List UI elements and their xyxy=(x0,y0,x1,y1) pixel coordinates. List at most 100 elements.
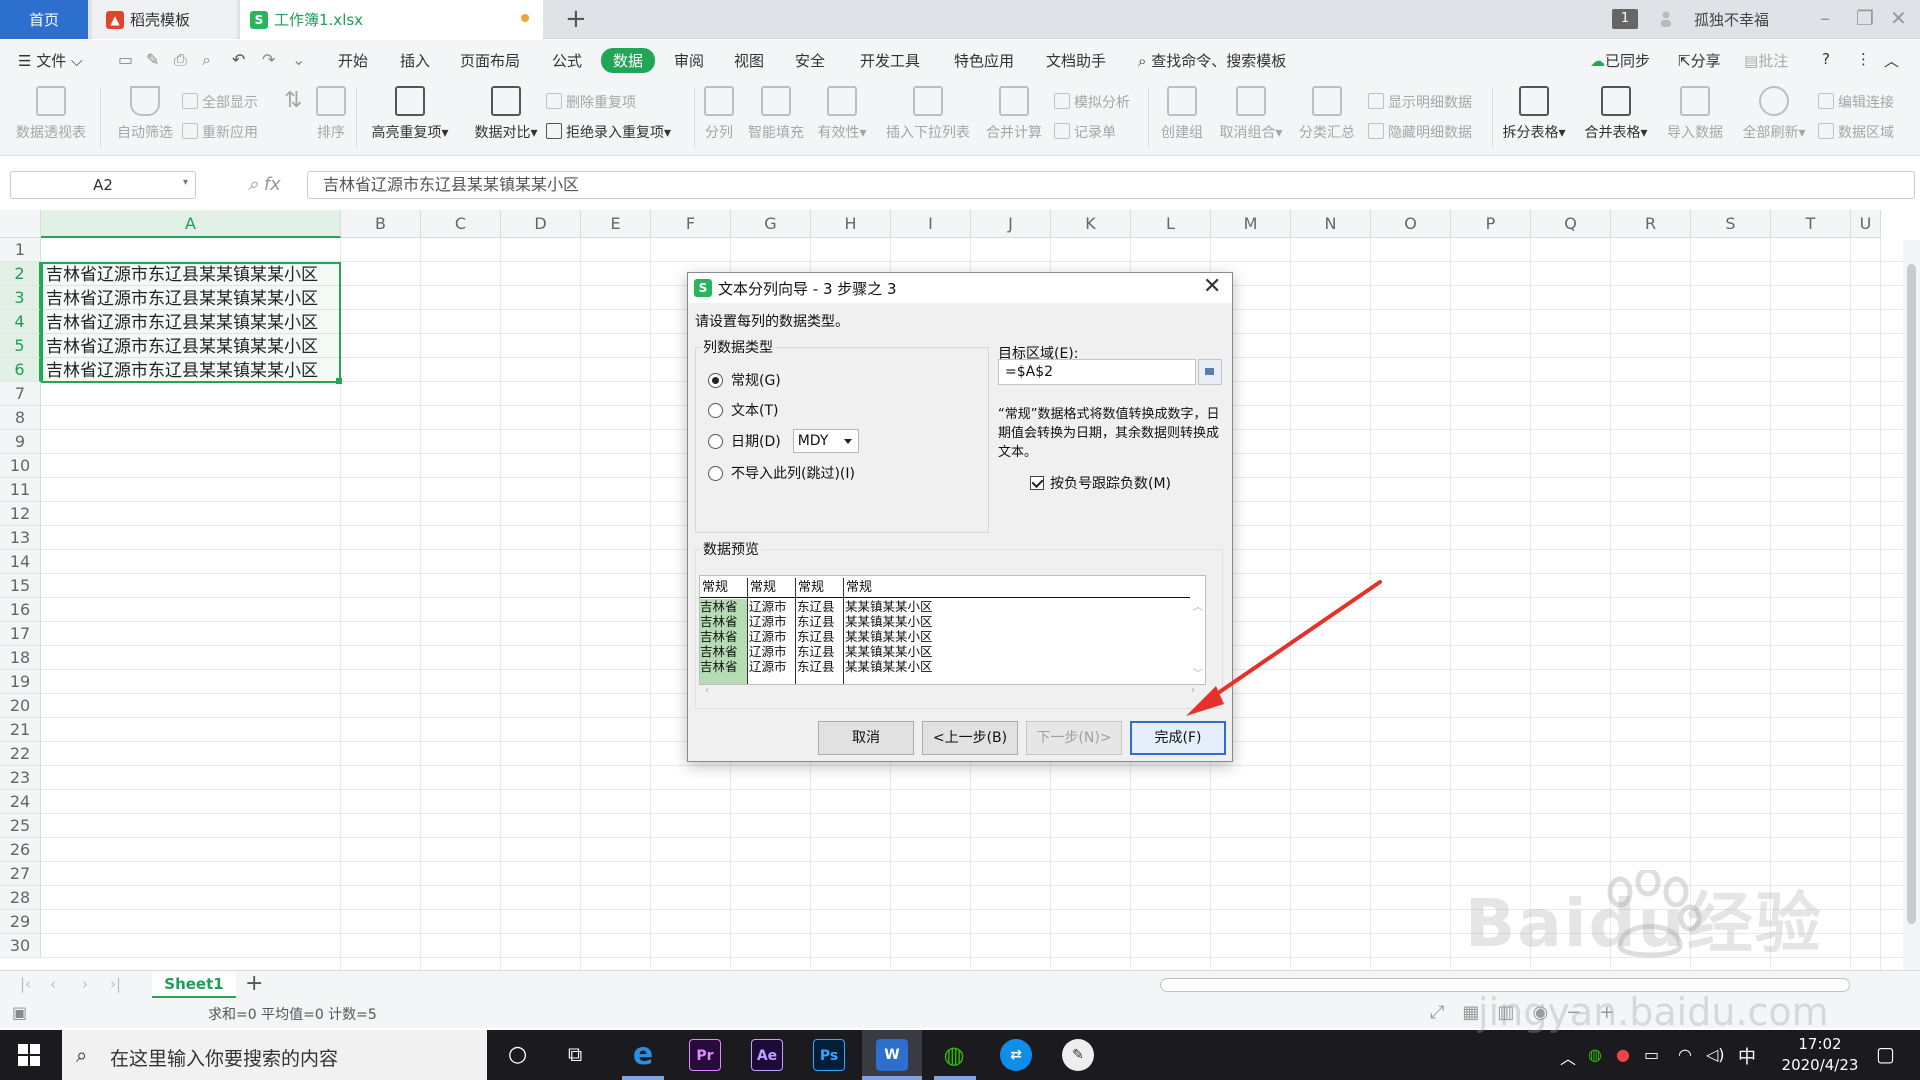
macro-record-icon[interactable]: ▣ xyxy=(12,1003,27,1022)
column-header-i[interactable]: I xyxy=(891,210,971,238)
cortana-icon[interactable]: ○ xyxy=(508,1042,527,1067)
photoshop-icon[interactable]: Ps xyxy=(813,1039,845,1071)
radio-date-dot[interactable] xyxy=(708,433,723,449)
back-button[interactable]: <上一步(B) xyxy=(922,721,1018,755)
row-header-7[interactable]: 7 xyxy=(0,382,41,406)
row-header-26[interactable]: 26 xyxy=(0,838,41,862)
menu-developer[interactable]: 开发工具 xyxy=(860,50,920,71)
row-header-2[interactable]: 2 xyxy=(0,262,41,286)
print-icon[interactable]: ⎙ xyxy=(174,50,187,70)
row-header-4[interactable]: 4 xyxy=(0,310,41,334)
notification-icon[interactable]: ▢ xyxy=(1876,1042,1895,1066)
row-header-10[interactable]: 10 xyxy=(0,454,41,478)
row-header-14[interactable]: 14 xyxy=(0,550,41,574)
edit-links-button[interactable]: 编辑连接 xyxy=(1818,92,1894,112)
pivot-table-button[interactable]: 数据透视表 xyxy=(6,86,96,142)
hide-detail-button[interactable]: 隐藏明细数据 xyxy=(1368,122,1472,142)
menu-special[interactable]: 特色应用 xyxy=(954,50,1014,71)
redo-icon[interactable]: ↷ xyxy=(262,50,275,69)
data-compare-button[interactable]: 数据对比▾ xyxy=(460,86,552,142)
row-header-19[interactable]: 19 xyxy=(0,670,41,694)
premiere-icon[interactable]: Pr xyxy=(689,1039,721,1071)
file-menu[interactable]: ☰ 文件 ⌵ xyxy=(18,50,82,71)
record-form-button[interactable]: 记录单 xyxy=(1054,122,1116,142)
preview-header-4[interactable]: 常规 xyxy=(844,578,1190,598)
feather-app-icon[interactable]: ✎ xyxy=(1062,1039,1094,1071)
merge-table-button[interactable]: 合并表格▾ xyxy=(1576,86,1656,142)
row-header-11[interactable]: 11 xyxy=(0,478,41,502)
column-header-r[interactable]: R xyxy=(1611,210,1691,238)
scroll-left-icon[interactable]: ‹ xyxy=(705,685,709,696)
menu-view[interactable]: 视图 xyxy=(734,50,764,71)
after-effects-icon[interactable]: Ae xyxy=(751,1039,783,1071)
radio-text[interactable]: 文本(T) xyxy=(708,399,778,421)
row-header-17[interactable]: 17 xyxy=(0,622,41,646)
save-icon[interactable]: ▭ xyxy=(118,50,133,69)
more-icon[interactable]: ⋮ xyxy=(1856,50,1871,68)
select-all-corner[interactable] xyxy=(0,210,41,238)
what-if-button[interactable]: 模拟分析 xyxy=(1054,92,1130,112)
row-header-15[interactable]: 15 xyxy=(0,574,41,598)
column-header-e[interactable]: E xyxy=(581,210,651,238)
row-header-20[interactable]: 20 xyxy=(0,694,41,718)
restore-icon[interactable]: ❐ xyxy=(1856,6,1874,30)
column-header-u[interactable]: U xyxy=(1851,210,1881,238)
task-view-icon[interactable]: ⧉ xyxy=(568,1042,582,1066)
menu-insert[interactable]: 插入 xyxy=(400,50,430,71)
consolidate-button[interactable]: 合并计算 xyxy=(978,86,1050,142)
wechat-icon[interactable]: ◍ xyxy=(938,1039,970,1071)
refresh-all-button[interactable]: 全部刷新▾ xyxy=(1734,86,1814,142)
column-header-n[interactable]: N xyxy=(1291,210,1371,238)
row-header-1[interactable]: 1 xyxy=(0,238,41,262)
name-box[interactable]: A2 xyxy=(10,171,196,199)
row-header-27[interactable]: 27 xyxy=(0,862,41,886)
windows-start-icon[interactable] xyxy=(18,1044,40,1066)
row-header-9[interactable]: 9 xyxy=(0,430,41,454)
sort-button[interactable]: 排序 xyxy=(286,86,376,142)
smart-fill-button[interactable]: 智能填充 xyxy=(744,86,808,142)
cell-a5[interactable]: 吉林省辽源市东辽县某某镇某某小区 xyxy=(46,335,318,359)
sheet-tab-sheet1[interactable]: Sheet1 xyxy=(152,971,236,998)
edge-icon[interactable]: e xyxy=(627,1039,659,1071)
column-header-q[interactable]: Q xyxy=(1531,210,1611,238)
row-header-3[interactable]: 3 xyxy=(0,286,41,310)
fullscreen-icon[interactable]: ⤢ xyxy=(1430,1002,1462,1023)
user-avatar-icon[interactable] xyxy=(1660,11,1672,31)
cell-a2[interactable]: 吉林省辽源市东辽县某某镇某某小区 xyxy=(46,263,318,287)
autofilter-button[interactable]: 自动筛选 xyxy=(100,86,190,142)
column-header-b[interactable]: B xyxy=(341,210,421,238)
ungroup-button[interactable]: 取消组合▾ xyxy=(1214,86,1288,142)
menu-security[interactable]: 安全 xyxy=(795,50,825,71)
user-name[interactable]: 孤独不幸福 xyxy=(1694,9,1769,30)
wps-office-icon[interactable]: W xyxy=(876,1039,908,1071)
ime-indicator[interactable]: 中 xyxy=(1738,1043,1756,1069)
print-preview-icon[interactable]: ⌕ xyxy=(202,50,211,70)
comment-button[interactable]: ▤批注 xyxy=(1744,50,1788,71)
next-button[interactable]: 下一步(N)> xyxy=(1026,721,1122,755)
dialog-close-icon[interactable]: ✕ xyxy=(1203,274,1221,299)
row-header-24[interactable]: 24 xyxy=(0,790,41,814)
new-tab-button[interactable]: + xyxy=(565,4,587,34)
data-preview[interactable]: 常规 常规 常规 常规 吉林省 吉林省 吉林省 吉林省 吉林省 辽源市 辽源市 … xyxy=(699,575,1206,685)
show-detail-button[interactable]: 显示明细数据 xyxy=(1368,92,1472,112)
tab-templates[interactable]: ▲ 稻壳模板 xyxy=(92,0,237,39)
column-header-p[interactable]: P xyxy=(1451,210,1531,238)
validity-button[interactable]: 有效性▾ xyxy=(808,86,876,142)
preview-column-4[interactable]: 某某镇某某小区 某某镇某某小区 某某镇某某小区 某某镇某某小区 某某镇某某小区 xyxy=(845,599,933,674)
row-header-16[interactable]: 16 xyxy=(0,598,41,622)
row-header-18[interactable]: 18 xyxy=(0,646,41,670)
destination-input[interactable]: =$A$2 xyxy=(998,359,1196,385)
radio-date[interactable]: 日期(D) MDY xyxy=(708,429,859,453)
column-header-m[interactable]: M xyxy=(1211,210,1291,238)
last-sheet-icon[interactable]: ›| xyxy=(110,975,121,993)
volume-icon[interactable]: ◁) xyxy=(1706,1045,1725,1064)
preview-column-2[interactable]: 辽源市 辽源市 辽源市 辽源市 辽源市 xyxy=(749,599,787,674)
vertical-scroll-thumb[interactable] xyxy=(1907,264,1916,924)
formula-input[interactable]: 吉林省辽源市东辽县某某镇某某小区 xyxy=(307,171,1915,199)
fx-icon[interactable]: fx xyxy=(264,174,281,195)
preview-column-1[interactable]: 吉林省 吉林省 吉林省 吉林省 吉林省 xyxy=(700,599,747,684)
column-header-a[interactable]: A xyxy=(41,210,341,238)
row-header-23[interactable]: 23 xyxy=(0,766,41,790)
row-header-13[interactable]: 13 xyxy=(0,526,41,550)
date-format-select[interactable]: MDY xyxy=(792,429,859,453)
